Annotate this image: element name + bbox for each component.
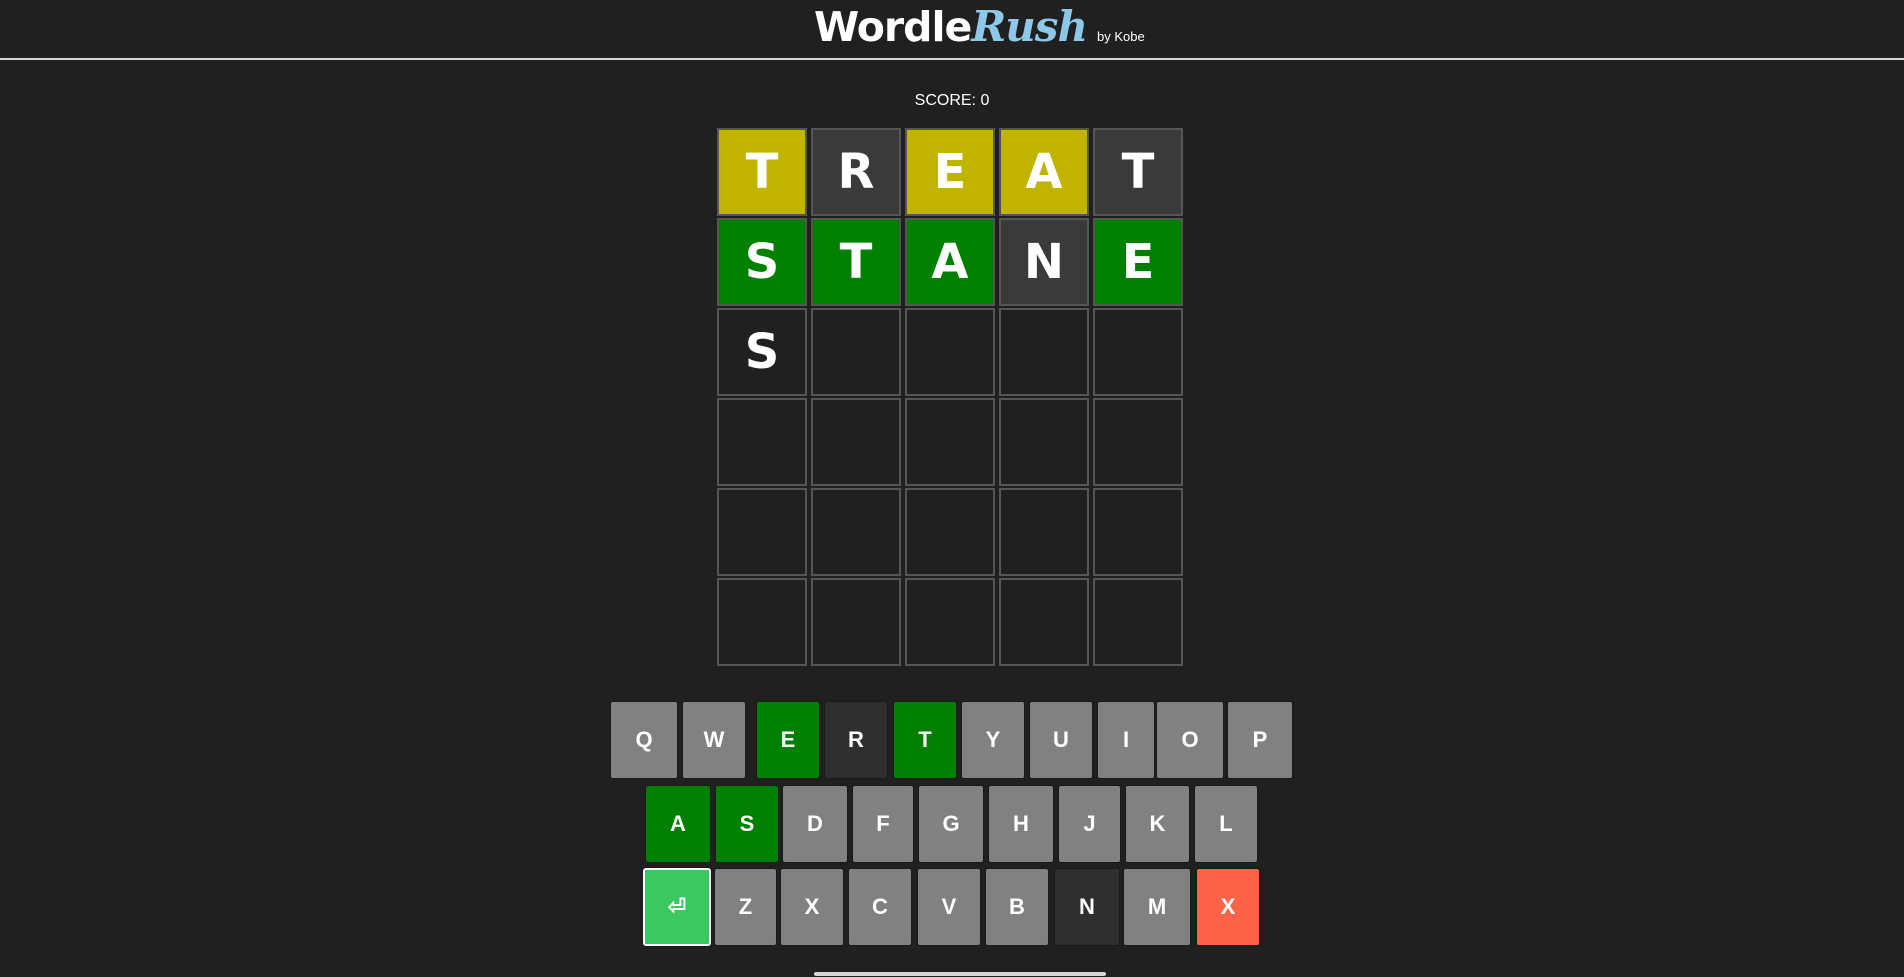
key-label: Q [635, 727, 653, 752]
key-label: R [848, 727, 864, 752]
board-tile [905, 488, 995, 576]
key-label: C [872, 894, 888, 919]
board-tile: N [999, 218, 1089, 306]
key-label: J [1083, 811, 1096, 836]
key-w[interactable]: W [682, 701, 746, 779]
key-label: Z [738, 894, 753, 919]
key-label: E [780, 727, 796, 752]
key-label: K [1149, 811, 1166, 836]
enter-key[interactable]: ⏎ [643, 868, 711, 946]
board-tile [717, 398, 807, 486]
key-label: D [807, 811, 823, 836]
key-label: B [1009, 894, 1025, 919]
logo-byline: by Kobe [1096, 29, 1145, 44]
logo-rush-text: Rush [971, 2, 1088, 51]
key-label: I [1122, 727, 1130, 752]
key-t[interactable]: T [893, 701, 957, 779]
key-label: H [1013, 811, 1029, 836]
board-tile: T [811, 218, 901, 306]
key-b[interactable]: B [985, 868, 1049, 946]
key-m[interactable]: M [1123, 868, 1191, 946]
key-label: O [1181, 727, 1199, 752]
key-label: A [670, 811, 686, 836]
enter-icon: ⏎ [667, 894, 687, 919]
key-e[interactable]: E [756, 701, 820, 779]
board-tile [905, 398, 995, 486]
board-tile: T [1093, 128, 1183, 216]
key-label: L [1219, 811, 1233, 836]
key-f[interactable]: F [852, 785, 914, 863]
board-tile: S [717, 308, 807, 396]
key-a[interactable]: A [645, 785, 711, 863]
key-j[interactable]: J [1058, 785, 1121, 863]
board-tile [1093, 488, 1183, 576]
key-h[interactable]: H [988, 785, 1054, 863]
board-tile [999, 578, 1089, 666]
key-label: S [739, 811, 755, 836]
key-v[interactable]: V [917, 868, 981, 946]
board-tile [1093, 308, 1183, 396]
key-g[interactable]: G [918, 785, 984, 863]
key-l[interactable]: L [1194, 785, 1258, 863]
score-display: SCORE: 0 [914, 92, 990, 109]
key-p[interactable]: P [1227, 701, 1293, 779]
app-logo: Wordle Rush by Kobe [814, 2, 1145, 58]
key-y[interactable]: Y [961, 701, 1025, 779]
board-tile [717, 578, 807, 666]
delete-icon: X [1220, 894, 1236, 919]
key-label: N [1079, 894, 1095, 919]
key-x[interactable]: X [780, 868, 844, 946]
board-tile [811, 578, 901, 666]
key-label: V [941, 894, 957, 919]
key-q[interactable]: Q [610, 701, 678, 779]
key-u[interactable]: U [1029, 701, 1093, 779]
board-tile: A [905, 218, 995, 306]
key-d[interactable]: D [782, 785, 848, 863]
board-tile [999, 398, 1089, 486]
board-tile [1093, 578, 1183, 666]
board-tile: S [717, 218, 807, 306]
key-label: M [1147, 894, 1167, 919]
board-tile [1093, 398, 1183, 486]
key-i[interactable]: I [1097, 701, 1155, 779]
key-label: G [942, 811, 960, 836]
app-header: Wordle Rush by Kobe [0, 0, 1904, 60]
key-label: T [918, 727, 932, 752]
key-n[interactable]: N [1054, 868, 1120, 946]
board-tile: E [905, 128, 995, 216]
key-c[interactable]: C [848, 868, 912, 946]
key-label: P [1252, 727, 1268, 752]
board-tile: A [999, 128, 1089, 216]
board-tile [905, 308, 995, 396]
bottom-divider [814, 972, 1106, 976]
board-tile: E [1093, 218, 1183, 306]
board-tile [811, 308, 901, 396]
key-z[interactable]: Z [714, 868, 777, 946]
board-tile: R [811, 128, 901, 216]
key-r[interactable]: R [824, 701, 888, 779]
board-tile [999, 488, 1089, 576]
board-tile [905, 578, 995, 666]
key-o[interactable]: O [1156, 701, 1224, 779]
board-tile [811, 488, 901, 576]
game-board: TREATSTANES [717, 128, 1187, 670]
board-tile [999, 308, 1089, 396]
logo-wordle-text: Wordle [814, 3, 972, 51]
board-tile [717, 488, 807, 576]
key-s[interactable]: S [715, 785, 779, 863]
delete-key[interactable]: X [1196, 868, 1260, 946]
key-label: Y [985, 727, 1001, 752]
board-tile [811, 398, 901, 486]
key-label: W [703, 727, 725, 752]
key-label: U [1053, 727, 1069, 752]
key-k[interactable]: K [1125, 785, 1190, 863]
key-label: X [804, 894, 820, 919]
board-tile: T [717, 128, 807, 216]
key-label: F [876, 811, 890, 836]
